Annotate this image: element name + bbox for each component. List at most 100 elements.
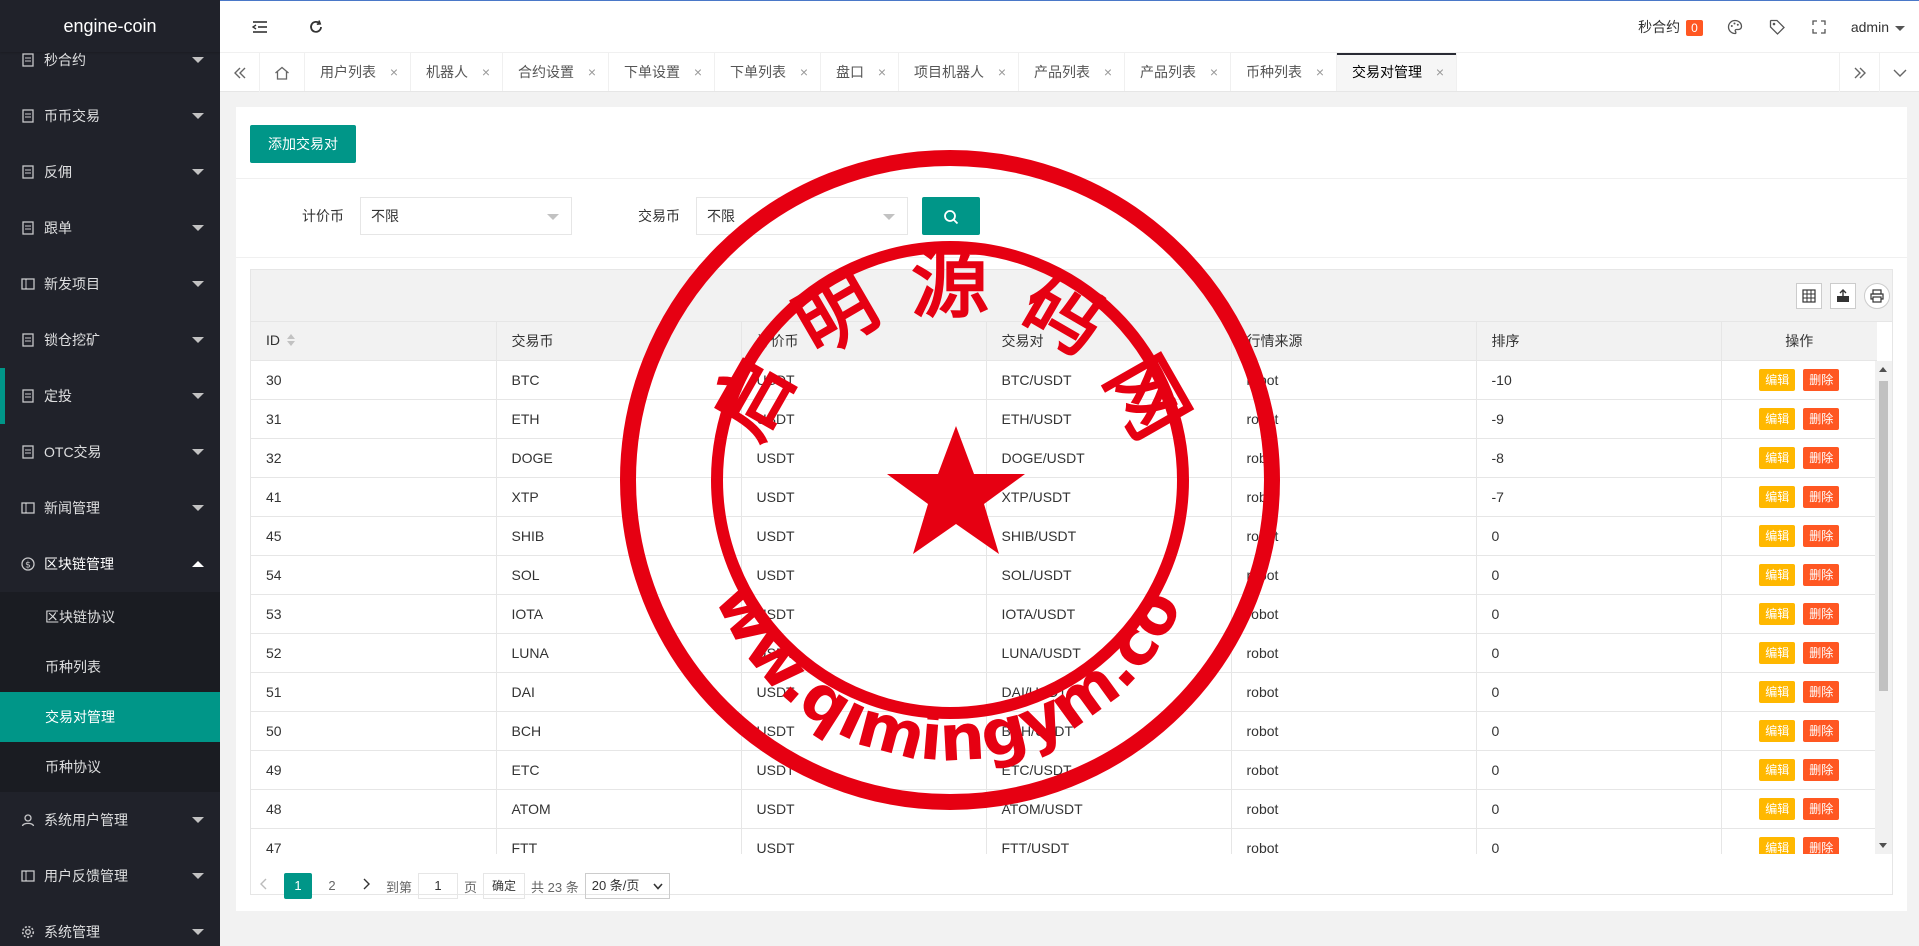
- delete-button[interactable]: 删除: [1803, 642, 1840, 664]
- tab-product-list-2[interactable]: 产品列表 ×: [1125, 53, 1231, 91]
- tabs-menu-chevron-icon[interactable]: [1879, 53, 1919, 92]
- delete-button[interactable]: 删除: [1803, 408, 1840, 430]
- tag-icon[interactable]: [1767, 17, 1787, 37]
- tab-order-settings[interactable]: 下单设置 ×: [609, 53, 715, 91]
- close-icon[interactable]: ×: [1316, 53, 1324, 91]
- tab-robot[interactable]: 机器人 ×: [411, 53, 503, 91]
- page-2[interactable]: 2: [318, 873, 346, 899]
- sidebar-item-spot-trading[interactable]: 币币交易: [0, 88, 220, 144]
- sidebar-item-otc[interactable]: OTC交易: [0, 424, 220, 480]
- columns-filter-icon[interactable]: [1796, 283, 1822, 309]
- close-icon[interactable]: ×: [390, 53, 398, 91]
- tab-user-list[interactable]: 用户列表 ×: [305, 53, 411, 91]
- tab-product-list[interactable]: 产品列表 ×: [1019, 53, 1125, 91]
- sidebar-item-copy-trade[interactable]: 跟单: [0, 200, 220, 256]
- close-icon[interactable]: ×: [482, 53, 490, 91]
- delete-button[interactable]: 删除: [1803, 564, 1840, 586]
- delete-button[interactable]: 删除: [1803, 759, 1840, 781]
- delete-button[interactable]: 删除: [1803, 525, 1840, 547]
- sidebar-subitem-protocol[interactable]: 区块链协议: [0, 592, 220, 642]
- tab-home[interactable]: [260, 53, 305, 91]
- tabs-scroll-left-icon[interactable]: [220, 53, 260, 92]
- sidebar-item-new-projects[interactable]: 新发项目: [0, 256, 220, 312]
- refresh-icon[interactable]: [306, 17, 326, 37]
- close-icon[interactable]: ×: [1436, 53, 1444, 91]
- close-icon[interactable]: ×: [1210, 53, 1218, 91]
- second-contract-alert[interactable]: 秒合约 0: [1638, 17, 1703, 37]
- close-icon[interactable]: ×: [878, 53, 886, 91]
- delete-button[interactable]: 删除: [1803, 681, 1840, 703]
- edit-button[interactable]: 编辑: [1759, 368, 1796, 391]
- edit-button[interactable]: 编辑: [1759, 759, 1796, 781]
- close-icon[interactable]: ×: [1104, 53, 1112, 91]
- goto-confirm-button[interactable]: 确定: [483, 873, 526, 899]
- edit-button[interactable]: 编辑: [1759, 564, 1796, 586]
- delete-button[interactable]: 删除: [1803, 447, 1840, 469]
- scrollbar-thumb[interactable]: [1879, 380, 1888, 691]
- close-icon[interactable]: ×: [588, 53, 596, 91]
- close-icon[interactable]: ×: [998, 53, 1006, 91]
- add-pair-button[interactable]: 添加交易对: [250, 125, 356, 163]
- sidebar-item-fixed-invest[interactable]: 定投: [0, 368, 220, 424]
- cell-pair: ETC/USDT: [986, 750, 1232, 790]
- tabs-scroll-right-icon[interactable]: [1839, 53, 1879, 92]
- edit-button[interactable]: 编辑: [1759, 681, 1796, 703]
- table-body-scroll[interactable]: 30 BTC USDT BTC/USDT robot -10 编辑 删除 31 ETH USDT ET…: [251, 360, 1892, 854]
- scroll-up-icon[interactable]: [1879, 366, 1887, 372]
- cell-sort: 0: [1476, 594, 1722, 634]
- page-size-select[interactable]: 20 条/页: [584, 873, 671, 899]
- sidebar-item-news[interactable]: 新闻管理: [0, 480, 220, 536]
- print-icon[interactable]: [1864, 283, 1890, 309]
- edit-button[interactable]: 编辑: [1759, 486, 1796, 508]
- close-icon[interactable]: ×: [694, 53, 702, 91]
- next-page-icon[interactable]: [352, 873, 380, 899]
- edit-button[interactable]: 编辑: [1759, 408, 1796, 430]
- edit-button[interactable]: 编辑: [1759, 447, 1796, 469]
- sidebar-item-feedback[interactable]: 用户反馈管理: [0, 848, 220, 904]
- delete-button[interactable]: 删除: [1803, 603, 1840, 625]
- vertical-scrollbar[interactable]: [1875, 360, 1892, 854]
- sidebar-item-system-users[interactable]: 系统用户管理: [0, 792, 220, 848]
- sidebar-item-second-contract[interactable]: 秒合约: [0, 32, 220, 88]
- tab-pair-management[interactable]: 交易对管理 ×: [1337, 53, 1457, 91]
- edit-button[interactable]: 编辑: [1759, 642, 1796, 664]
- close-icon[interactable]: ×: [800, 53, 808, 91]
- edit-button[interactable]: 编辑: [1759, 525, 1796, 547]
- prev-page-icon[interactable]: [250, 873, 278, 899]
- edit-button[interactable]: 编辑: [1759, 720, 1796, 742]
- delete-button[interactable]: 删除: [1803, 368, 1840, 391]
- quote-coin-select[interactable]: 不限: [360, 197, 572, 235]
- edit-button[interactable]: 编辑: [1759, 603, 1796, 625]
- sidebar-subitem-coin-protocol[interactable]: 币种协议: [0, 742, 220, 792]
- page-1[interactable]: 1: [284, 873, 312, 899]
- sidebar-subitem-coin-list[interactable]: 币种列表: [0, 642, 220, 692]
- delete-button[interactable]: 删除: [1803, 486, 1840, 508]
- palette-icon[interactable]: [1725, 17, 1745, 37]
- tab-project-robot[interactable]: 项目机器人 ×: [899, 53, 1019, 91]
- tab-order-list[interactable]: 下单列表 ×: [715, 53, 821, 91]
- fullscreen-icon[interactable]: [1809, 17, 1829, 37]
- menu-collapse-icon[interactable]: [250, 17, 270, 37]
- search-button[interactable]: [922, 197, 980, 235]
- col-header-id[interactable]: ID: [251, 322, 497, 361]
- edit-button[interactable]: 编辑: [1759, 798, 1796, 820]
- sort-icon[interactable]: [286, 333, 296, 350]
- sidebar-subitem-pair-management[interactable]: 交易对管理: [0, 692, 220, 742]
- sidebar-item-rebate[interactable]: 反佣: [0, 144, 220, 200]
- sidebar-item-label: 反佣: [44, 164, 72, 180]
- sidebar-item-blockchain[interactable]: $ 区块链管理: [0, 536, 220, 592]
- delete-button[interactable]: 删除: [1803, 798, 1840, 820]
- scroll-down-icon[interactable]: [1879, 842, 1887, 848]
- export-icon[interactable]: [1830, 283, 1856, 309]
- tab-contract-settings[interactable]: 合约设置 ×: [503, 53, 609, 91]
- sidebar-item-lock-mining[interactable]: 锁仓挖矿: [0, 312, 220, 368]
- tab-orderbook[interactable]: 盘口 ×: [821, 53, 899, 91]
- trade-coin-select[interactable]: 不限: [696, 197, 908, 235]
- user-menu[interactable]: admin: [1851, 19, 1905, 35]
- sidebar-item-system[interactable]: 系统管理: [0, 904, 220, 946]
- goto-page-input[interactable]: 1: [418, 873, 459, 899]
- delete-button[interactable]: 删除: [1803, 720, 1840, 742]
- tab-coin-list[interactable]: 币种列表 ×: [1231, 53, 1337, 91]
- delete-button[interactable]: 删除: [1803, 837, 1840, 854]
- edit-button[interactable]: 编辑: [1759, 837, 1796, 854]
